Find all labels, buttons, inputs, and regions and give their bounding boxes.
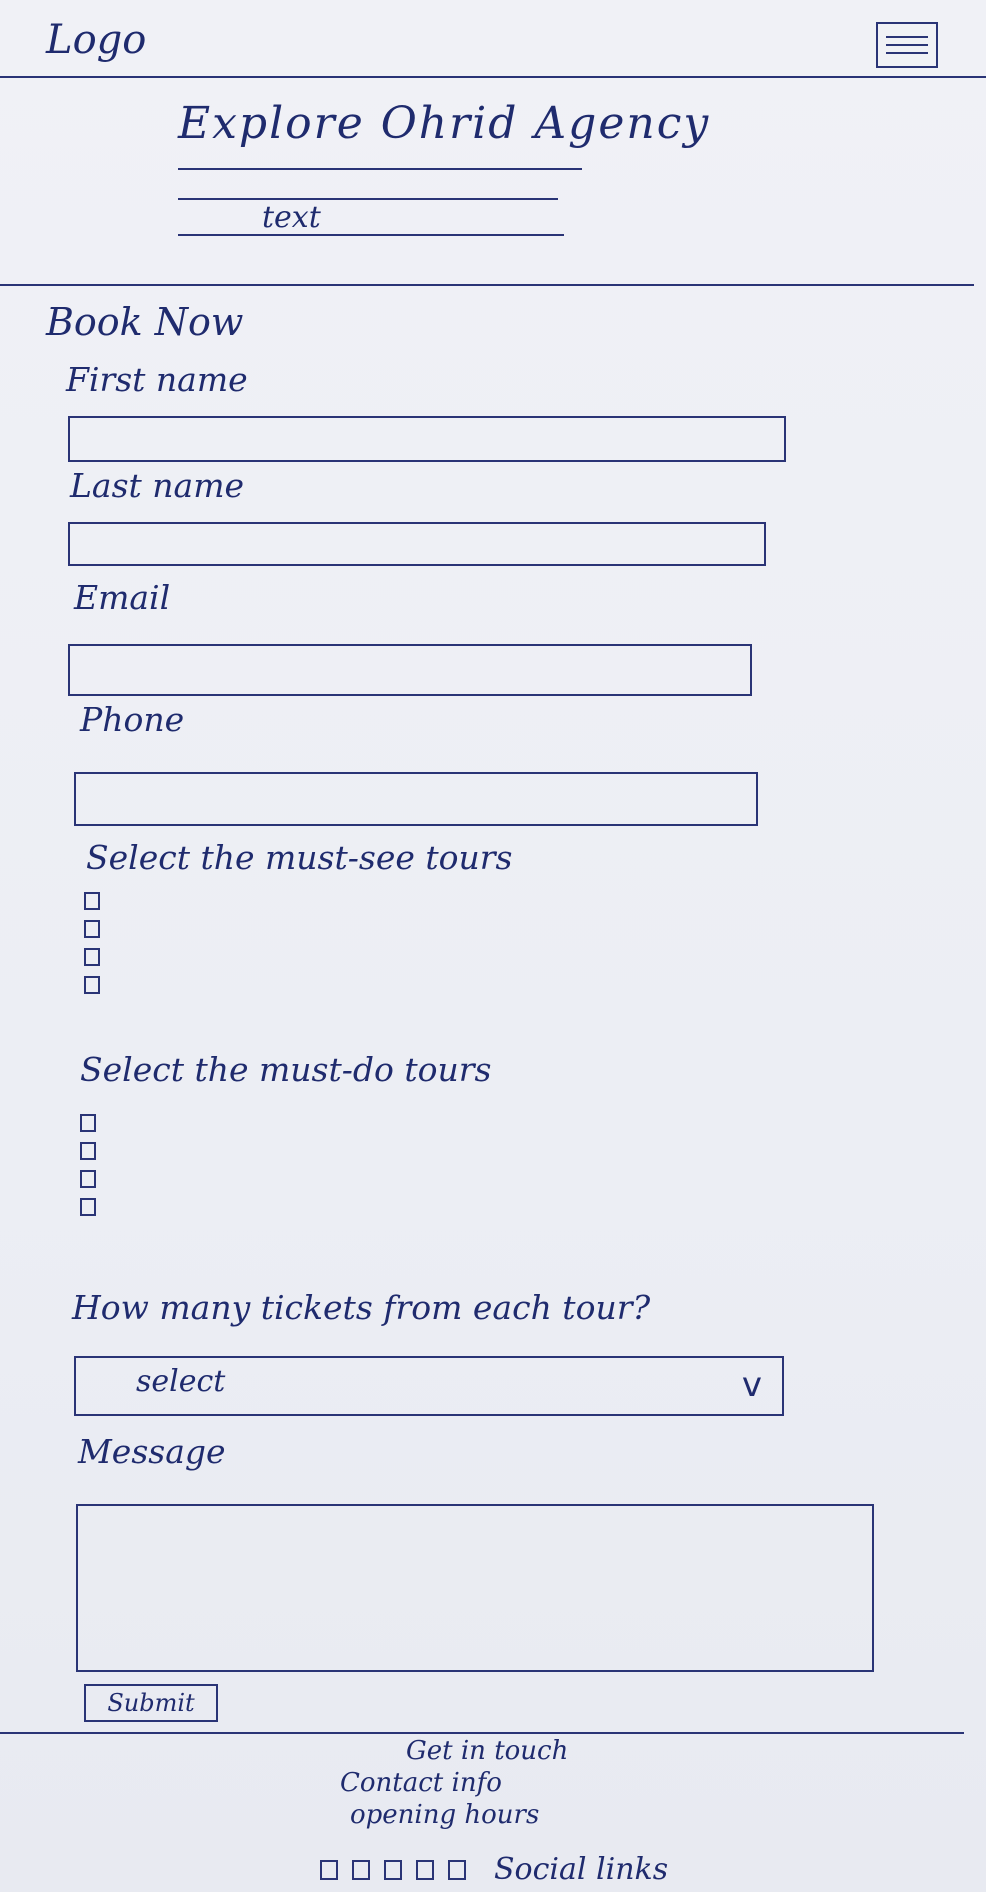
contact-info-link[interactable]: Contact info bbox=[340, 1768, 502, 1798]
social-icon[interactable] bbox=[416, 1859, 434, 1880]
must-do-tour-checkbox[interactable] bbox=[80, 1114, 96, 1132]
hero-text-line-bottom bbox=[178, 234, 564, 236]
must-do-tours-label: Select the must-do tours bbox=[80, 1050, 492, 1089]
social-icon[interactable] bbox=[320, 1859, 338, 1880]
first-name-field[interactable] bbox=[68, 416, 786, 462]
tickets-select[interactable]: select v bbox=[74, 1356, 784, 1416]
must-see-tour-checkbox[interactable] bbox=[84, 920, 100, 938]
must-see-tours-label: Select the must-see tours bbox=[86, 838, 513, 877]
opening-hours-link[interactable]: opening hours bbox=[350, 1800, 539, 1830]
last-name-label: Last name bbox=[70, 466, 245, 505]
header-divider bbox=[0, 76, 986, 78]
must-do-tour-checkbox[interactable] bbox=[80, 1198, 96, 1216]
must-do-tours-list bbox=[80, 1114, 96, 1226]
social-icon[interactable] bbox=[352, 1859, 370, 1880]
get-in-touch-heading: Get in touch bbox=[406, 1736, 569, 1766]
tickets-select-value: select bbox=[136, 1364, 226, 1399]
social-links-label: Social links bbox=[494, 1852, 669, 1887]
must-see-tours-list bbox=[84, 892, 100, 1004]
book-now-title: Book Now bbox=[46, 300, 244, 344]
social-icon[interactable] bbox=[448, 1859, 466, 1880]
social-links-row: Social links bbox=[320, 1852, 668, 1887]
social-icon[interactable] bbox=[384, 1859, 402, 1880]
must-see-tour-checkbox[interactable] bbox=[84, 976, 100, 994]
hero-text: text bbox=[262, 200, 321, 235]
hero-underline bbox=[178, 168, 582, 170]
email-label: Email bbox=[74, 578, 171, 617]
message-label: Message bbox=[78, 1432, 226, 1471]
email-field[interactable] bbox=[68, 644, 752, 696]
hero-text-line-top bbox=[178, 198, 558, 200]
first-name-label: First name bbox=[66, 360, 248, 399]
footer-divider bbox=[0, 1732, 964, 1734]
page: Logo Explore Ohrid Agency text Book Now … bbox=[0, 0, 986, 1892]
last-name-field[interactable] bbox=[68, 522, 766, 566]
must-see-tour-checkbox[interactable] bbox=[84, 892, 100, 910]
hero-divider bbox=[0, 284, 974, 286]
must-see-tour-checkbox[interactable] bbox=[84, 948, 100, 966]
submit-button[interactable]: Submit bbox=[84, 1684, 218, 1722]
tickets-label: How many tickets from each tour? bbox=[72, 1288, 651, 1327]
hero-title: Explore Ohrid Agency bbox=[178, 98, 711, 149]
chevron-down-icon: v bbox=[741, 1365, 762, 1405]
must-do-tour-checkbox[interactable] bbox=[80, 1170, 96, 1188]
message-textarea[interactable] bbox=[76, 1504, 874, 1672]
logo[interactable]: Logo bbox=[46, 20, 146, 60]
must-do-tour-checkbox[interactable] bbox=[80, 1142, 96, 1160]
hamburger-menu-icon[interactable] bbox=[876, 22, 938, 68]
phone-label: Phone bbox=[80, 700, 185, 739]
phone-field[interactable] bbox=[74, 772, 758, 826]
